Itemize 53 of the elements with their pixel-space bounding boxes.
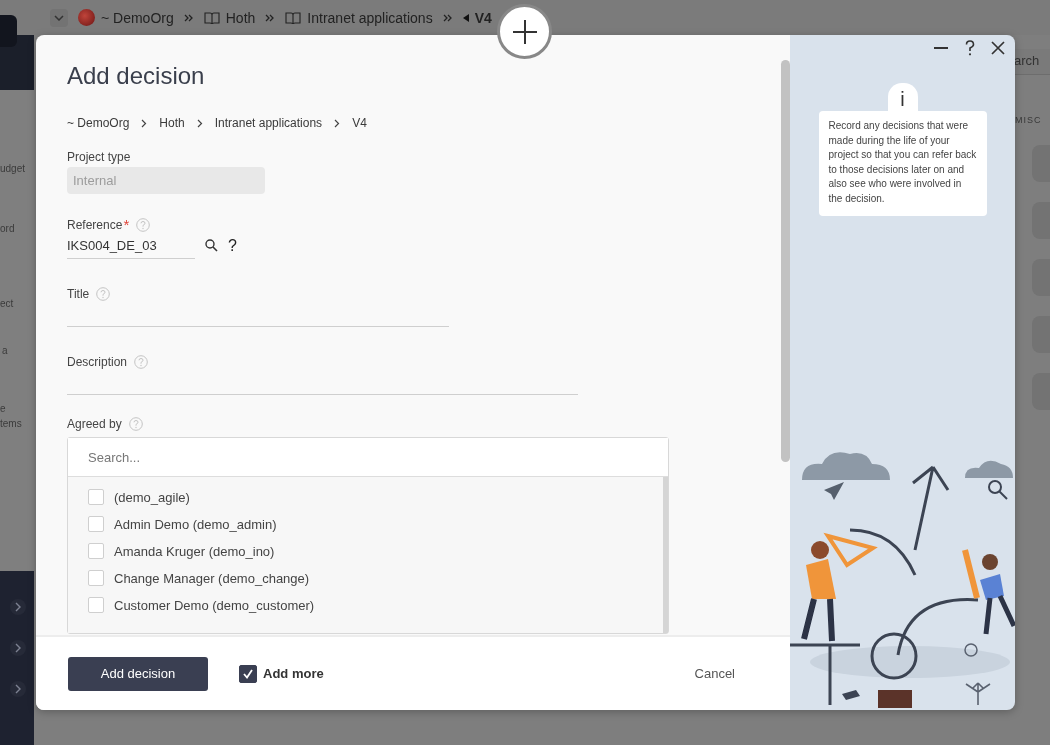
breadcrumb-link[interactable]: Hoth xyxy=(225,9,256,26)
chevron-down-icon xyxy=(54,14,64,21)
scrollbar[interactable] xyxy=(781,60,790,462)
caret-left-icon xyxy=(462,13,469,22)
double-chevron-icon xyxy=(183,13,194,22)
chevron-right-icon xyxy=(141,118,148,128)
option-label[interactable]: (demo_agile) xyxy=(114,489,190,505)
required-mark: * xyxy=(123,216,130,233)
help-button[interactable]: ? xyxy=(228,236,237,255)
plus-icon xyxy=(511,18,538,45)
chevron-right-icon xyxy=(196,118,203,128)
search-field[interactable]: Search... xyxy=(68,438,668,477)
chevron-right-icon[interactable] xyxy=(10,640,26,656)
breadcrumb-link[interactable]: V4 xyxy=(352,116,367,130)
org-avatar-icon xyxy=(78,9,95,26)
field-label: Agreed by xyxy=(67,417,122,431)
info-text: Record any decisions that were made during the life of your project so that you can refer back to those decisions later on and also see who were involved in the decision. xyxy=(818,111,987,216)
breadcrumb-link[interactable]: Intranet applications xyxy=(307,9,433,26)
breadcrumb-link[interactable]: V4 xyxy=(474,9,492,26)
close-icon[interactable] xyxy=(991,41,1005,55)
chevron-right-icon[interactable] xyxy=(10,681,26,697)
breadcrumb-link[interactable]: ~ DemoOrg xyxy=(67,116,130,130)
checkbox-label[interactable]: Add more xyxy=(263,666,324,681)
input-field[interactable]: IKS004_DE_03 xyxy=(67,238,195,259)
add-decision-button[interactable]: Add decision xyxy=(68,656,208,691)
cancel-button[interactable]: Cancel xyxy=(694,666,735,681)
field-label: Description xyxy=(67,355,128,369)
scrollbar[interactable] xyxy=(663,477,668,633)
option-label[interactable]: Change Manager (demo_change) xyxy=(114,570,310,586)
field-label: Project type xyxy=(67,150,131,164)
field-label: Title xyxy=(67,287,90,301)
book-icon xyxy=(203,10,220,25)
double-chevron-icon xyxy=(265,13,276,22)
breadcrumb-link[interactable]: Hoth xyxy=(159,116,185,130)
double-chevron-icon xyxy=(442,13,453,22)
book-icon xyxy=(285,10,302,25)
field-label: Reference xyxy=(67,217,123,232)
chevron-right-icon xyxy=(334,118,341,128)
checkbox[interactable] xyxy=(239,664,257,683)
help-icon[interactable] xyxy=(965,40,975,56)
option-label[interactable]: Amanda Kruger (demo_ino) xyxy=(114,543,275,559)
input-field: Internal xyxy=(67,167,265,194)
option-label[interactable]: Admin Demo (demo_admin) xyxy=(114,516,277,532)
collapse-button[interactable] xyxy=(50,8,68,27)
breadcrumb-link[interactable]: ~ DemoOrg xyxy=(101,9,174,26)
search-icon[interactable] xyxy=(205,239,218,252)
sidebar-button[interactable] xyxy=(0,15,17,47)
breadcrumb-link[interactable]: Intranet applications xyxy=(214,116,323,130)
option-label[interactable]: Customer Demo (demo_customer) xyxy=(114,597,315,613)
chevron-right-icon[interactable] xyxy=(10,599,26,615)
dialog-title: Add decision xyxy=(67,62,206,90)
check-icon xyxy=(242,667,254,680)
section-label: MISC xyxy=(1015,115,1042,125)
